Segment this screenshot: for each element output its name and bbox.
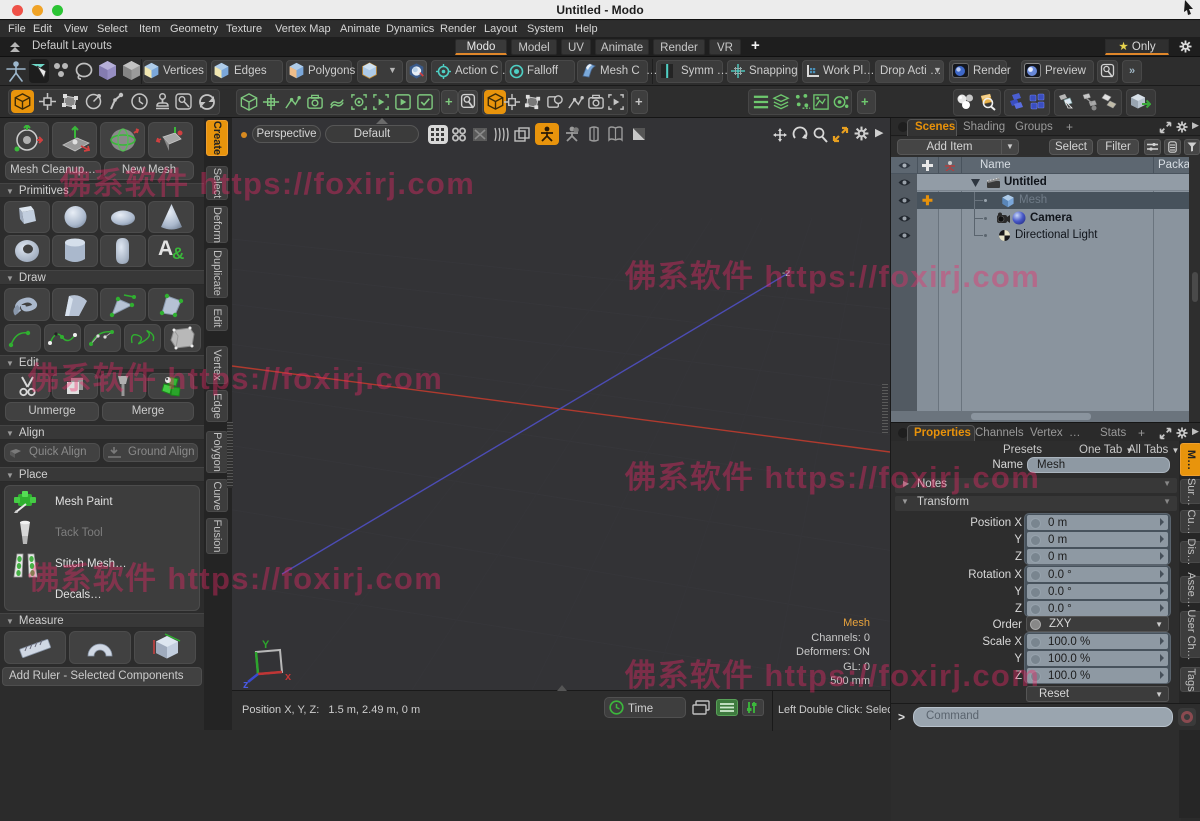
svg-text:Y: Y bbox=[262, 639, 270, 651]
svg-text:x: x bbox=[285, 671, 292, 683]
svg-text:z: z bbox=[243, 679, 249, 688]
